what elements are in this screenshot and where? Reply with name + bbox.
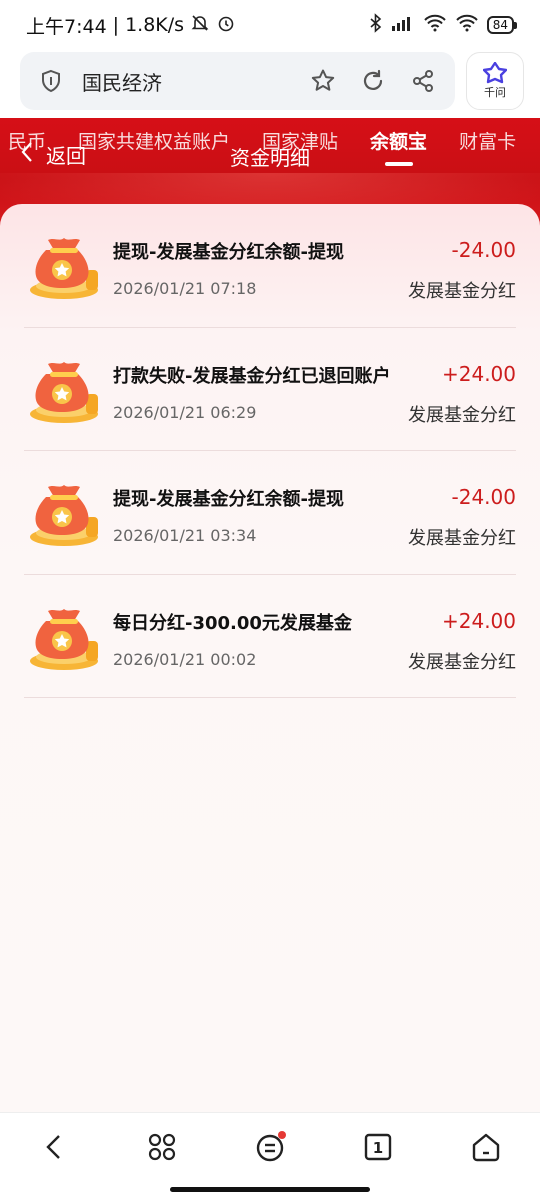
transaction-amount: -24.00 (451, 238, 516, 262)
transaction-category: 发展基金分红 (408, 281, 516, 302)
money-bag-icon (28, 597, 102, 673)
back-arrow-icon[interactable] (34, 1127, 74, 1167)
transaction-panel: 提现-发展基金分红余额-提现 2026/01/21 07:18 -24.00 发… (0, 204, 540, 1112)
transaction-row[interactable]: 提现-发展基金分红余额-提现 2026/01/21 07:18 -24.00 发… (0, 204, 540, 328)
network-speed: 1.8K/s (125, 14, 185, 36)
transaction-time: 2026/01/21 00:02 (113, 649, 257, 669)
bluetooth-icon (369, 13, 383, 37)
transaction-title: 提现-发展基金分红余额-提现 (113, 489, 344, 510)
signal-icon-2 (455, 14, 479, 36)
status-right: 84 (369, 13, 518, 37)
page-title: 资金明细 (230, 146, 310, 170)
browser-toolbar: 国民经济 千问 (0, 52, 540, 116)
menu-icon[interactable] (250, 1127, 290, 1167)
page-url-title[interactable]: 国民经济 (82, 67, 309, 96)
home-icon[interactable] (466, 1127, 506, 1167)
assistant-logo-icon (482, 61, 508, 84)
tabs-counter-icon[interactable]: 1 (358, 1127, 398, 1167)
money-bag-icon (28, 473, 102, 549)
transaction-category: 发展基金分红 (408, 404, 516, 426)
alarm-icon (216, 13, 236, 38)
transaction-category: 发展基金分红 (408, 528, 516, 549)
transaction-title: 打款失败-发展基金分红已退回账户 (113, 365, 391, 387)
transaction-title: 每日分红-300.00元发展基金 (113, 612, 352, 634)
assistant-button[interactable]: 千问 (466, 52, 524, 110)
transaction-title: 提现-发展基金分红余额-提现 (113, 242, 344, 263)
address-bar[interactable]: 国民经济 (20, 52, 455, 110)
share-icon[interactable] (409, 67, 437, 95)
mute-bell-icon (190, 13, 210, 38)
shield-icon[interactable] (38, 68, 64, 94)
home-indicator[interactable] (170, 1187, 370, 1192)
transaction-row[interactable]: 提现-发展基金分红余额-提现 2026/01/21 03:34 -24.00 发… (0, 451, 540, 575)
transaction-time: 2026/01/21 07:18 (113, 279, 257, 298)
address-actions (309, 67, 437, 95)
transaction-row[interactable]: 打款失败-发展基金分红已退回账户 2026/01/21 06:29 +24.00… (0, 328, 540, 451)
menu-grid-icon[interactable] (142, 1127, 182, 1167)
battery-indicator: 84 (486, 16, 518, 34)
tab-count: 1 (373, 1139, 383, 1157)
transaction-time: 2026/01/21 03:34 (113, 526, 257, 545)
bookmark-star-icon[interactable] (309, 67, 337, 95)
money-bag-icon (28, 226, 102, 302)
status-bar: 上午7:44 | 1.8K/s 84 (0, 0, 540, 50)
transaction-amount: +24.00 (441, 361, 516, 386)
status-left: 上午7:44 | 1.8K/s (26, 12, 236, 39)
transaction-time: 2026/01/21 06:29 (113, 402, 257, 422)
transaction-amount: +24.00 (441, 608, 516, 633)
reload-icon[interactable] (359, 67, 387, 95)
wifi-icon (423, 14, 447, 36)
status-time: 上午7:44 (26, 15, 107, 38)
money-bag-icon (28, 350, 102, 426)
transaction-list: 提现-发展基金分红余额-提现 2026/01/21 07:18 -24.00 发… (0, 204, 540, 698)
browser-bottom-bar: 1 (0, 1112, 540, 1200)
signal-icon (391, 14, 415, 36)
transaction-category: 发展基金分红 (408, 651, 516, 673)
transaction-row[interactable]: 每日分红-300.00元发展基金 2026/01/21 00:02 +24.00… (0, 575, 540, 698)
assistant-label: 千问 (484, 86, 506, 99)
transaction-amount: -24.00 (451, 485, 516, 509)
page-nav-row: 返回 资金明细 (0, 140, 540, 170)
row-divider (24, 697, 516, 698)
